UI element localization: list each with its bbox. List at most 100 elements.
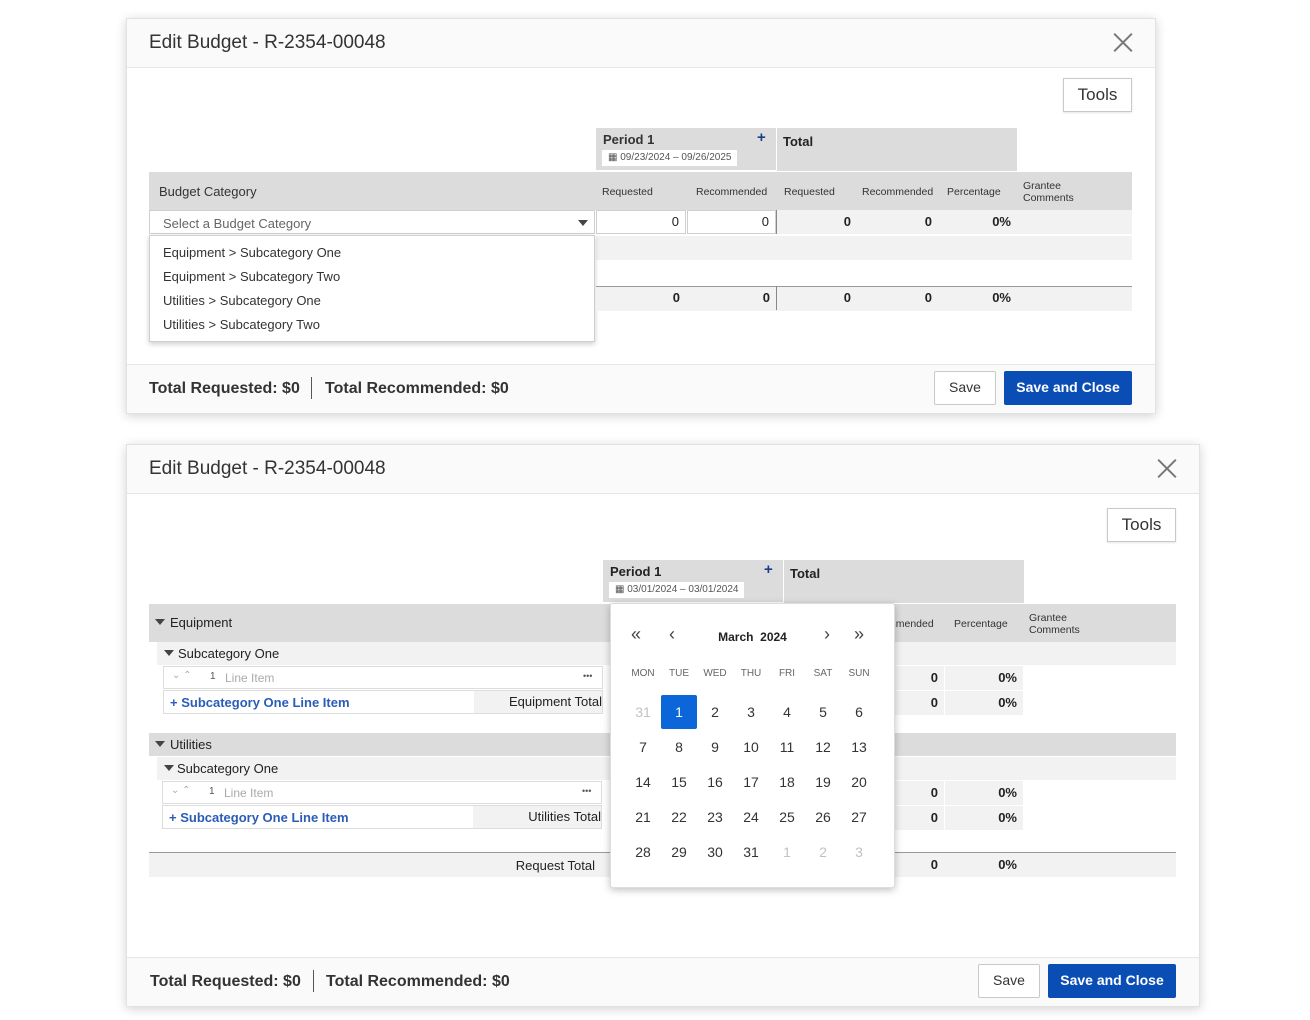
weekday-label: TUE (669, 668, 689, 679)
calendar-day[interactable]: 31 (625, 695, 661, 729)
request-total-percentage: 0% (998, 857, 1017, 872)
date-picker-popup: « ‹ March 2024 › » MON TUE WED THU FRI S… (610, 603, 895, 888)
next-year-icon[interactable]: » (854, 624, 864, 645)
calendar-day[interactable]: 29 (661, 835, 697, 869)
group-total-label: Equipment Total (509, 694, 602, 709)
calendar-day[interactable]: 15 (661, 765, 697, 799)
recommended-input[interactable]: 0 (687, 210, 776, 234)
modal-footer: Total Requested: $0 Total Recommended: $… (127, 957, 1199, 1006)
calendar-day[interactable]: 19 (805, 765, 841, 799)
grantee-comments-header: Grantee Comments (1023, 180, 1074, 204)
calendar-day[interactable]: 12 (805, 730, 841, 764)
calendar-day[interactable]: 13 (841, 730, 877, 764)
percentage-header: Percentage (947, 186, 1001, 198)
more-icon[interactable]: ••• (583, 671, 592, 681)
calendar-day[interactable]: 7 (625, 730, 661, 764)
calendar-day[interactable]: 9 (697, 730, 733, 764)
calendar-day[interactable]: 1 (661, 695, 697, 729)
footer-divider (311, 377, 312, 399)
add-line-row: + Subcategory One Line Item Equipment To… (163, 690, 603, 714)
period-header: Period 1 + ▦ 03/01/2024 – 03/01/2024 (603, 560, 783, 602)
period-label: Period 1 (610, 564, 662, 579)
more-icon[interactable]: ••• (582, 786, 591, 796)
total-row-requested: 0 (672, 290, 680, 305)
calendar-day[interactable]: 2 (805, 835, 841, 869)
tools-button[interactable]: Tools (1063, 78, 1132, 112)
calendar-day[interactable]: 17 (733, 765, 769, 799)
calendar-day[interactable]: 14 (625, 765, 661, 799)
dropdown-option[interactable]: Equipment > Subcategory Two (163, 269, 340, 284)
dropdown-option[interactable]: Utilities > Subcategory One (163, 293, 321, 308)
add-period-icon[interactable]: + (764, 561, 773, 578)
budget-category-header: Budget Category (159, 184, 257, 199)
collapse-icon[interactable] (164, 650, 174, 656)
calendar-day[interactable]: 5 (805, 695, 841, 729)
modal-header: Edit Budget - R-2354-00048 (127, 445, 1199, 494)
save-button[interactable]: Save (978, 964, 1040, 998)
close-icon[interactable] (1156, 457, 1178, 479)
dropdown-option[interactable]: Utilities > Subcategory Two (163, 317, 320, 332)
calendar-icon: ▦ (615, 584, 628, 595)
calendar-day[interactable]: 3 (841, 835, 877, 869)
calendar-day[interactable]: 26 (805, 800, 841, 834)
add-period-icon[interactable]: + (757, 129, 766, 146)
period-date-range[interactable]: ▦ 09/23/2024 – 09/26/2025 (602, 150, 738, 166)
collapse-icon[interactable] (155, 619, 165, 625)
period-date-range[interactable]: ▦ 03/01/2024 – 03/01/2024 (609, 582, 745, 598)
calendar-day[interactable]: 24 (733, 800, 769, 834)
calendar-day[interactable]: 25 (769, 800, 805, 834)
save-and-close-button[interactable]: Save and Close (1048, 964, 1176, 998)
calendar-day[interactable]: 21 (625, 800, 661, 834)
total-row-recommended: 0 (762, 290, 770, 305)
calendar-day[interactable]: 1 (769, 835, 805, 869)
total-row-total-recommended: 0 (924, 290, 932, 305)
next-month-icon[interactable]: › (824, 624, 830, 645)
collapse-icon[interactable] (164, 765, 174, 771)
calendar-day[interactable]: 23 (697, 800, 733, 834)
calendar-icon: ▦ (608, 152, 621, 163)
budget-category-select[interactable]: Select a Budget Category (149, 210, 595, 234)
line-percentage: 0% (945, 666, 1023, 690)
total-label: Total (783, 134, 814, 149)
reorder-icon[interactable]: ⌄ ⌃ (171, 785, 191, 796)
total-requested: Total Requested: $0 (150, 973, 301, 990)
requested-input[interactable]: 0 (596, 210, 686, 234)
reorder-icon[interactable]: ⌄ ⌃ (172, 670, 192, 681)
tools-button[interactable]: Tools (1107, 508, 1176, 542)
calendar-day[interactable]: 11 (769, 730, 805, 764)
select-placeholder: Select a Budget Category (163, 216, 312, 231)
collapse-icon[interactable] (155, 741, 165, 747)
total-recommended: Total Recommended: $0 (325, 380, 509, 397)
line-item-input[interactable]: Line Item (224, 786, 273, 800)
add-line-item-link[interactable]: + Subcategory One Line Item (169, 810, 349, 825)
close-icon[interactable] (1112, 31, 1134, 53)
edit-budget-modal-bottom: Edit Budget - R-2354-00048 Tools Period … (126, 444, 1200, 1007)
line-percentage: 0% (945, 781, 1023, 805)
save-and-close-button[interactable]: Save and Close (1004, 371, 1132, 405)
calendar-day[interactable]: 8 (661, 730, 697, 764)
footer-divider (313, 970, 314, 992)
row-separator (776, 210, 777, 234)
row1-percentage: 0% (992, 214, 1011, 229)
calendar-day[interactable]: 2 (697, 695, 733, 729)
recommended-header: Recommended (696, 186, 768, 198)
calendar-day[interactable]: 31 (733, 835, 769, 869)
calendar-day[interactable]: 30 (697, 835, 733, 869)
add-line-item-link[interactable]: + Subcategory One Line Item (170, 695, 350, 710)
calendar-day[interactable]: 6 (841, 695, 877, 729)
calendar-day[interactable]: 28 (625, 835, 661, 869)
calendar-day[interactable]: 4 (769, 695, 805, 729)
calendar-day[interactable]: 27 (841, 800, 877, 834)
period-header: Period 1 + ▦ 09/23/2024 – 09/26/2025 (596, 128, 776, 170)
calendar-day[interactable]: 20 (841, 765, 877, 799)
dropdown-option[interactable]: Equipment > Subcategory One (163, 245, 341, 260)
calendar-day[interactable]: 16 (697, 765, 733, 799)
calendar-day[interactable]: 22 (661, 800, 697, 834)
line-item-input[interactable]: Line Item (225, 671, 274, 685)
calendar-day[interactable]: 18 (769, 765, 805, 799)
calendar-day[interactable]: 10 (733, 730, 769, 764)
save-button[interactable]: Save (934, 371, 996, 405)
row1-total-recommended: 0 (924, 214, 932, 229)
calendar-day[interactable]: 3 (733, 695, 769, 729)
category-name: Utilities (170, 737, 212, 752)
